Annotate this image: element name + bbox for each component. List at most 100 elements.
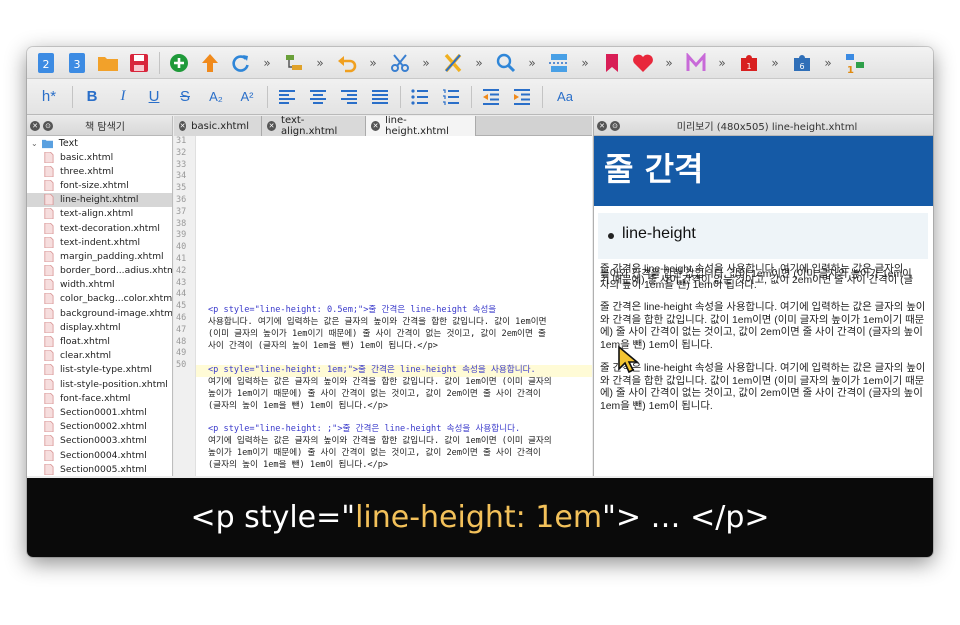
tab-line-height[interactable]: ✕ line-height.xhtml <box>366 116 476 137</box>
bookmark-icon[interactable] <box>599 50 625 76</box>
tree-file-item[interactable]: three.xhtml <box>27 164 172 178</box>
float-panel-icon[interactable]: ⊙ <box>43 120 53 131</box>
move-up-icon[interactable] <box>197 50 223 76</box>
toolbar-overflow-chevron[interactable]: » <box>577 56 593 70</box>
code-line[interactable]: (글자의 높이 1em을 뺀) 1em이 됩니다.</p> <box>196 401 592 413</box>
toolbar-overflow-chevron[interactable]: » <box>767 56 783 70</box>
tree-file-item[interactable]: width.xhtml <box>27 278 172 292</box>
close-panel-icon[interactable]: ✕ <box>30 120 40 131</box>
cut-icon[interactable] <box>387 50 413 76</box>
toolbar-overflow-chevron[interactable]: » <box>524 56 540 70</box>
tree-file-item[interactable]: text-decoration.xhtml <box>27 221 172 235</box>
line-number: 43 <box>176 277 187 288</box>
toolbar-overflow-chevron[interactable]: » <box>661 56 677 70</box>
save-icon[interactable] <box>126 50 152 76</box>
tree-file-item[interactable]: line-height.xhtml <box>27 192 172 207</box>
increase-indent-icon[interactable] <box>509 84 535 110</box>
align-right-icon[interactable] <box>336 84 362 110</box>
line-number: 38 <box>176 218 187 229</box>
superscript-button[interactable]: A² <box>234 84 260 110</box>
new-book-2-icon[interactable]: 2 <box>33 50 59 76</box>
subscript-button[interactable]: A₂ <box>203 84 229 110</box>
code-line[interactable]: <p style="line-height: ;">줄 간격은 line-hei… <box>196 424 592 436</box>
puzzle-plugin-icon[interactable]: 6 <box>789 50 815 76</box>
underline-button[interactable]: U <box>141 84 167 110</box>
toolbar-overflow-chevron[interactable]: » <box>471 56 487 70</box>
tree-file-item[interactable]: text-align.xhtml <box>27 207 172 221</box>
tree-file-item[interactable]: background-image.xhtml <box>27 306 172 320</box>
tree-file-item[interactable]: list-style-type.xhtml <box>27 363 172 377</box>
refresh-icon[interactable] <box>228 50 254 76</box>
tree-file-item[interactable]: Section0001.xhtml <box>27 405 172 419</box>
code-line[interactable]: 여기에 입력하는 값은 글자의 높이와 간격을 합한 값입니다. 값이 1em이… <box>196 436 592 448</box>
tree-file-item[interactable]: text-indent.xhtml <box>27 235 172 249</box>
heading-level-icon[interactable]: 1 <box>842 50 868 76</box>
close-tab-icon[interactable]: ✕ <box>179 121 187 131</box>
numbered-list-icon[interactable] <box>438 84 464 110</box>
italic-button[interactable]: I <box>110 84 136 110</box>
toolbar-overflow-chevron[interactable]: » <box>418 56 434 70</box>
text-style-dropdown[interactable]: Aa <box>549 84 581 110</box>
clean-source-icon[interactable] <box>440 50 466 76</box>
tree-folder-text[interactable]: ⌄ Text <box>27 136 172 150</box>
structure-icon[interactable] <box>281 50 307 76</box>
file-icon <box>44 293 54 305</box>
toolbar-overflow-chevron[interactable]: » <box>259 56 275 70</box>
search-icon[interactable] <box>493 50 519 76</box>
align-justify-icon[interactable] <box>367 84 393 110</box>
bold-button[interactable]: B <box>79 84 105 110</box>
split-icon[interactable] <box>546 50 572 76</box>
close-panel-icon[interactable]: ✕ <box>597 120 607 131</box>
code-line[interactable]: 높이가 1em이기 때문에) 줄 사이 간격이 없는 것이고, 값이 2em이면… <box>196 448 592 460</box>
tree-file-item[interactable]: display.xhtml <box>27 320 172 334</box>
close-tab-icon[interactable]: ✕ <box>371 121 381 131</box>
tree-file-item[interactable]: color_backg...color.xhtml <box>27 292 172 306</box>
file-icon <box>44 279 54 291</box>
tree-file-item[interactable]: clear.xhtml <box>27 349 172 363</box>
tree-file-item[interactable]: Section0004.xhtml <box>27 448 172 462</box>
heading-level-dropdown[interactable]: h* <box>33 84 65 110</box>
tab-text-align[interactable]: ✕ text-align.xhtml <box>262 116 366 137</box>
strikethrough-button[interactable]: S <box>172 84 198 110</box>
tree-file-item[interactable]: font-size.xhtml <box>27 178 172 192</box>
preview-list-item: line-height <box>622 225 696 242</box>
add-icon[interactable] <box>166 50 192 76</box>
code-line[interactable]: (글자의 높이 1em을 뺀) 1em이 됩니다.</p> <box>196 460 592 472</box>
heart-icon[interactable] <box>630 50 656 76</box>
new-book-3-icon[interactable]: 3 <box>64 50 90 76</box>
bulleted-list-icon[interactable] <box>407 84 433 110</box>
tree-file-item[interactable]: list-style-position.xhtml <box>27 377 172 391</box>
code-line[interactable]: <p style="line-height: 0.5em;">줄 간격은 lin… <box>196 305 592 317</box>
align-left-icon[interactable] <box>274 84 300 110</box>
tree-file-item[interactable]: font-face.xhtml <box>27 391 172 405</box>
toolbar-overflow-chevron[interactable]: » <box>312 56 328 70</box>
tree-file-item[interactable]: Section0003.xhtml <box>27 434 172 448</box>
code-line[interactable]: (이미 글자의 높이가 1em이기 때문에) 줄 사이 간격이 없는 것이고, … <box>196 329 592 341</box>
tree-file-item[interactable]: basic.xhtml <box>27 150 172 164</box>
tree-file-item[interactable]: Section0002.xhtml <box>27 420 172 434</box>
bullet-icon <box>608 233 614 239</box>
code-line[interactable]: 사용합니다. 여기에 입력하는 값은 글자의 높이와 간격을 합한 값입니다. … <box>196 317 592 329</box>
tree-file-item[interactable]: border_bord...adius.xhtml <box>27 264 172 278</box>
code-line[interactable]: 여기에 입력하는 값은 글자의 높이와 간격을 합한 값입니다. 값이 1em이… <box>196 377 592 389</box>
open-folder-icon[interactable] <box>95 50 121 76</box>
toolbar-overflow-chevron[interactable]: » <box>714 56 730 70</box>
undo-icon[interactable] <box>334 50 360 76</box>
float-panel-icon[interactable]: ⊙ <box>610 120 620 131</box>
code-line[interactable]: 높이가 1em이기 때문에) 줄 사이 간격이 없는 것이고, 값이 2em이면… <box>196 389 592 401</box>
toolbar-overflow-chevron[interactable]: » <box>820 56 836 70</box>
metadata-icon[interactable] <box>683 50 709 76</box>
toolbar-overflow-chevron[interactable]: » <box>365 56 381 70</box>
chevron-down-icon[interactable]: ⌄ <box>31 139 38 148</box>
tab-basic[interactable]: ✕ basic.xhtml <box>174 116 262 136</box>
tree-folder-label: Text <box>58 137 78 149</box>
chapter-plugin-icon[interactable]: 1 <box>736 50 762 76</box>
tree-file-item[interactable]: margin_padding.xhtml <box>27 249 172 263</box>
code-line[interactable]: 사이 간격이 (글자의 높이 1em을 뺀) 1em이 됩니다.</p> <box>196 341 592 353</box>
code-line-current[interactable]: <p style="line-height: 1em;">줄 간격은 line-… <box>196 365 592 377</box>
tree-file-item[interactable]: float.xhtml <box>27 334 172 348</box>
tree-file-item[interactable]: Section0005.xhtml <box>27 462 172 476</box>
decrease-indent-icon[interactable] <box>478 84 504 110</box>
close-tab-icon[interactable]: ✕ <box>267 121 277 131</box>
align-center-icon[interactable] <box>305 84 331 110</box>
